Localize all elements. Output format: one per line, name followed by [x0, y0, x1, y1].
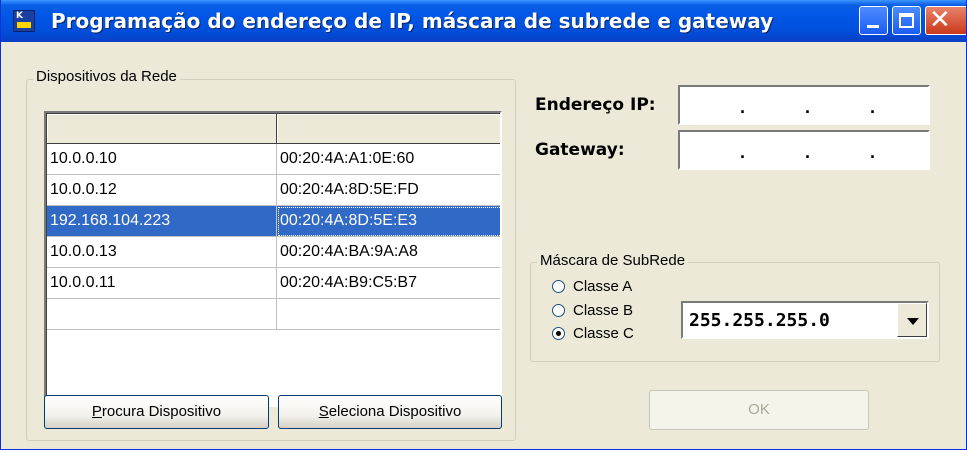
app-icon: K	[13, 10, 35, 32]
table-row[interactable]: 10.0.0.12 00:20:4A:8D:5E:FD	[47, 175, 500, 206]
cell-mac: 00:20:4A:A1:0E:60	[277, 144, 500, 175]
radio-circle	[552, 280, 565, 293]
close-button[interactable]: ✕	[925, 5, 966, 35]
cell-ip: 10.0.0.11	[47, 268, 277, 299]
select-device-key: S	[318, 403, 329, 420]
gateway-dot: .	[870, 142, 876, 162]
cell-ip: 192.168.104.223	[47, 206, 277, 237]
window-title: Programação do endereço de IP, máscara d…	[51, 9, 774, 33]
radio-label: Classe C	[573, 325, 634, 342]
radio-classe-b[interactable]: Classe B	[552, 302, 633, 319]
ok-button[interactable]: OK	[649, 390, 869, 430]
radio-label: Classe B	[573, 302, 634, 319]
cell-ip: 10.0.0.12	[47, 175, 277, 206]
subnet-mask-value: 255.255.255.0	[689, 310, 830, 331]
search-device-label: rocura Dispositivo	[101, 403, 222, 420]
table-row[interactable]: 10.0.0.13 00:20:4A:BA:9A:A8	[47, 237, 500, 268]
grid-header-ip[interactable]	[47, 114, 277, 144]
select-device-label: eleciona Dispositivo	[328, 403, 462, 420]
select-device-button[interactable]: Seleciona Dispositivo	[278, 395, 502, 429]
main-window: K Programação do endereço de IP, máscara…	[0, 0, 967, 450]
subnet-legend: Máscara de SubRede	[537, 252, 689, 269]
gateway-field[interactable]: . . .	[678, 130, 930, 170]
ip-dot: .	[805, 97, 811, 117]
cell-mac: 00:20:4A:BA:9A:A8	[277, 237, 500, 268]
cell-mac: 00:20:4A:B9:C5:B7	[277, 268, 500, 299]
radio-circle	[552, 304, 565, 317]
chevron-down-icon	[907, 318, 919, 325]
radio-classe-c[interactable]: Classe C	[552, 325, 634, 342]
table-row-selected[interactable]: 192.168.104.223 00:20:4A:8D:5E:E3	[47, 206, 500, 237]
cell-mac	[277, 299, 500, 330]
radio-label: Classe A	[573, 278, 633, 295]
radio-circle-checked	[552, 327, 565, 340]
gateway-dot: .	[805, 142, 811, 162]
table-row[interactable]: 10.0.0.10 00:20:4A:A1:0E:60	[47, 144, 500, 175]
grid-header-mac[interactable]	[277, 114, 500, 144]
search-device-button[interactable]: Procura Dispositivo	[44, 395, 269, 429]
ip-label: Endereço IP:	[535, 95, 656, 115]
grid-body: 10.0.0.10 00:20:4A:A1:0E:60 10.0.0.12 00…	[46, 113, 500, 405]
grid-header	[47, 114, 500, 144]
cell-ip: 10.0.0.13	[47, 237, 277, 268]
maximize-button[interactable]	[892, 6, 921, 35]
maximize-icon	[899, 13, 914, 28]
gateway-dot: .	[740, 142, 746, 162]
minimize-icon	[867, 25, 879, 28]
radio-classe-a[interactable]: Classe A	[552, 278, 632, 295]
devices-legend: Dispositivos da Rede	[33, 68, 180, 85]
dropdown-button[interactable]	[897, 303, 927, 337]
table-row[interactable]	[47, 299, 500, 330]
cell-mac: 00:20:4A:8D:5E:FD	[277, 175, 500, 206]
gateway-label: Gateway:	[535, 140, 625, 160]
cell-ip: 10.0.0.10	[47, 144, 277, 175]
ip-address-field[interactable]: . . .	[678, 85, 930, 125]
ip-dot: .	[870, 97, 876, 117]
ip-dot: .	[740, 97, 746, 117]
close-icon: ✕	[929, 5, 951, 35]
subnet-mask-combobox[interactable]: 255.255.255.0	[681, 301, 929, 339]
cell-mac: 00:20:4A:8D:5E:E3	[277, 206, 500, 237]
cell-ip	[47, 299, 277, 330]
table-row[interactable]: 10.0.0.11 00:20:4A:B9:C5:B7	[47, 268, 500, 299]
minimize-button[interactable]	[859, 6, 888, 35]
title-bar[interactable]: K Programação do endereço de IP, máscara…	[1, 0, 966, 42]
devices-grid[interactable]: 10.0.0.10 00:20:4A:A1:0E:60 10.0.0.12 00…	[44, 111, 502, 407]
search-device-key: P	[91, 403, 102, 420]
